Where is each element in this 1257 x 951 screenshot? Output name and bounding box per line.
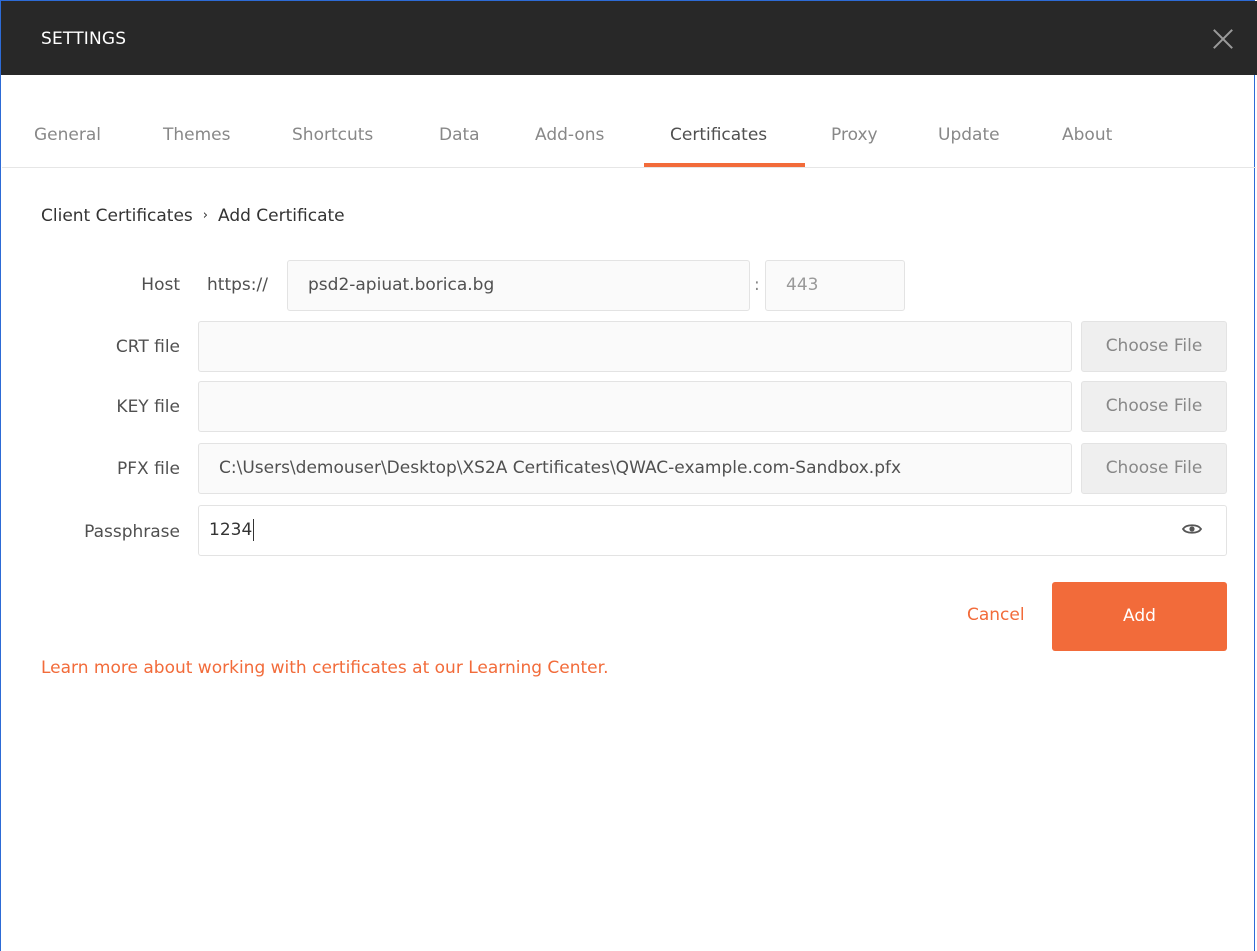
settings-tabs: General Themes Shortcuts Data Add-ons Ce…	[2, 75, 1256, 168]
key-file-label: KEY file	[116, 397, 180, 417]
pfx-file-label: PFX file	[117, 459, 180, 479]
title-bar: SETTINGS	[1, 1, 1257, 75]
tab-themes[interactable]: Themes	[163, 125, 231, 145]
breadcrumb-add-certificate: Add Certificate	[217, 206, 345, 226]
key-choose-file-button[interactable]: Choose File	[1081, 381, 1227, 432]
pfx-choose-file-button[interactable]: Choose File	[1081, 443, 1227, 494]
crt-file-label: CRT file	[115, 337, 180, 357]
tab-data[interactable]: Data	[439, 125, 480, 145]
host-label: Host	[141, 275, 180, 295]
host-protocol-prefix: https://	[207, 275, 268, 295]
tab-proxy[interactable]: Proxy	[831, 125, 878, 145]
breadcrumb: Client Certificates › Add Certificate	[41, 206, 345, 226]
crt-file-input[interactable]	[198, 321, 1072, 372]
tab-update[interactable]: Update	[938, 125, 1000, 145]
close-icon[interactable]	[1209, 25, 1237, 53]
eye-icon[interactable]	[1182, 522, 1202, 536]
crt-choose-file-button[interactable]: Choose File	[1081, 321, 1227, 372]
text-caret	[253, 519, 255, 541]
passphrase-label: Passphrase	[84, 522, 180, 542]
tab-shortcuts[interactable]: Shortcuts	[292, 125, 373, 145]
pfx-file-input[interactable]: C:\Users\demouser\Desktop\XS2A Certifica…	[198, 443, 1072, 494]
window-title: SETTINGS	[41, 29, 127, 49]
settings-window: SETTINGS General Themes Shortcuts Data A…	[0, 0, 1257, 951]
tab-about[interactable]: About	[1062, 125, 1112, 145]
key-file-input[interactable]	[198, 381, 1072, 432]
tab-certificates[interactable]: Certificates	[670, 125, 767, 145]
tab-general[interactable]: General	[34, 125, 101, 145]
breadcrumb-client-certificates[interactable]: Client Certificates	[41, 206, 193, 226]
passphrase-input[interactable]: 1234	[198, 505, 1227, 556]
passphrase-value: 1234	[209, 520, 253, 540]
active-tab-indicator	[644, 163, 805, 167]
cancel-button[interactable]: Cancel	[967, 605, 1025, 625]
learning-center-link[interactable]: Learn more about working with certificat…	[41, 658, 608, 678]
breadcrumb-separator: ›	[202, 208, 208, 223]
host-input[interactable]: psd2-apiuat.borica.bg	[287, 260, 750, 311]
add-button[interactable]: Add	[1052, 582, 1227, 651]
port-separator: :	[754, 275, 760, 295]
port-input[interactable]: 443	[765, 260, 905, 311]
tab-add-ons[interactable]: Add-ons	[535, 125, 604, 145]
